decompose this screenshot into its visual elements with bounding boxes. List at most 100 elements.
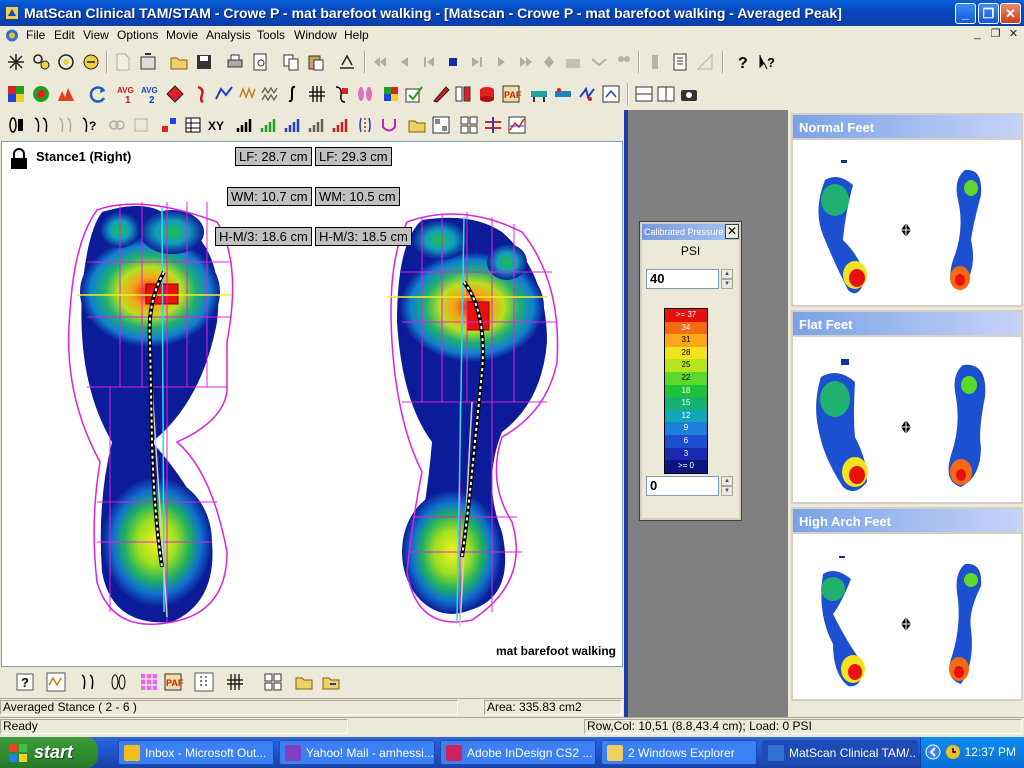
bar-icon[interactable]: [644, 51, 666, 73]
waveform-icon[interactable]: [237, 83, 259, 105]
contour-2d-icon[interactable]: [30, 83, 52, 105]
xy-plot-icon[interactable]: XY: [206, 114, 228, 136]
copy-icon[interactable]: [280, 51, 302, 73]
zones-icon[interactable]: [158, 114, 180, 136]
integral-icon[interactable]: [281, 83, 303, 105]
stance-select-icon[interactable]: [452, 83, 474, 105]
task-matscan[interactable]: MatScan Clinical TAM/...: [762, 740, 918, 765]
sparkle-icon[interactable]: [5, 51, 27, 73]
open-folder-icon[interactable]: [168, 51, 190, 73]
tray-expand-icon[interactable]: [925, 744, 941, 760]
mdi-minimize-button[interactable]: _: [970, 28, 985, 42]
menu-tools[interactable]: Tools: [257, 28, 285, 42]
session-icon[interactable]: [600, 83, 622, 105]
open-folder-2-icon[interactable]: [406, 114, 428, 136]
context-help-icon[interactable]: ?: [756, 51, 778, 73]
normal-feet-panel[interactable]: Normal Feet: [791, 113, 1023, 307]
clock-icon[interactable]: [945, 744, 961, 760]
play-icon[interactable]: [490, 51, 512, 73]
matscan-app-icon[interactable]: [5, 6, 19, 20]
task-explorer[interactable]: 2 Windows Explorer: [601, 740, 757, 765]
mdi-restore-button[interactable]: ❐: [988, 28, 1003, 42]
mdi-close-button[interactable]: ✕: [1006, 28, 1021, 42]
flat-feet-panel[interactable]: Flat Feet: [791, 310, 1023, 504]
open-folder-3-icon[interactable]: [293, 671, 315, 693]
step-forward-icon[interactable]: [466, 51, 488, 73]
bar-graph-2-icon[interactable]: [258, 114, 280, 136]
average-2-icon[interactable]: AVG2: [140, 83, 162, 105]
equilibrate-icon[interactable]: [80, 51, 102, 73]
grid-layout-icon[interactable]: [458, 114, 480, 136]
camera-disabled-icon[interactable]: [562, 51, 584, 73]
foot-query-icon[interactable]: ?: [78, 114, 100, 136]
foot-print-icon[interactable]: [189, 83, 211, 105]
layout-grid-icon[interactable]: [262, 671, 284, 693]
menu-edit[interactable]: Edit: [54, 28, 75, 42]
min-up-arrow-icon[interactable]: ▲: [721, 476, 733, 486]
report-icon[interactable]: PAF: [500, 83, 522, 105]
dotted-line-icon[interactable]: [193, 671, 215, 693]
last-frame-icon[interactable]: [514, 51, 536, 73]
foot-outline-icon[interactable]: [330, 83, 352, 105]
split-vertical-icon[interactable]: [655, 83, 677, 105]
min-down-arrow-icon[interactable]: ▼: [721, 486, 733, 496]
foot-pair-icon[interactable]: [30, 114, 52, 136]
layout-icon[interactable]: [430, 114, 452, 136]
save-icon[interactable]: [193, 51, 215, 73]
gait-icon[interactable]: [576, 83, 598, 105]
color-palette-icon[interactable]: [5, 83, 27, 105]
close-button[interactable]: ✕: [1000, 3, 1021, 24]
menu-analysis[interactable]: Analysis: [206, 28, 251, 42]
new-file-icon[interactable]: [112, 51, 134, 73]
print-icon[interactable]: [224, 51, 246, 73]
menu-window[interactable]: Window: [294, 28, 337, 42]
max-down-arrow-icon[interactable]: ▼: [721, 279, 733, 289]
task-outlook[interactable]: Inbox - Microsoft Out...: [118, 740, 274, 765]
people-icon[interactable]: [613, 51, 635, 73]
force-curve-icon[interactable]: [213, 83, 235, 105]
feet-toggle-2-icon[interactable]: [107, 671, 129, 693]
split-horizontal-icon[interactable]: [633, 83, 655, 105]
open-folder-4-icon[interactable]: [320, 671, 342, 693]
start-button[interactable]: start: [0, 737, 98, 768]
3d-view-icon[interactable]: [55, 83, 77, 105]
grid-lines-2-icon[interactable]: [224, 671, 246, 693]
calibrate-icon[interactable]: [55, 51, 77, 73]
menu-view[interactable]: View: [83, 28, 109, 42]
chart-arrow-icon[interactable]: [588, 51, 610, 73]
title-bar[interactable]: MatScan Clinical TAM/STAM - Crowe P - ma…: [0, 0, 1024, 26]
diamond-icon[interactable]: [164, 83, 186, 105]
maximize-button[interactable]: ❐: [978, 3, 999, 24]
cop-trace-icon[interactable]: [354, 114, 376, 136]
cup-icon[interactable]: [378, 114, 400, 136]
link-disabled-icon[interactable]: [106, 114, 128, 136]
grid-color-icon[interactable]: [380, 83, 402, 105]
refresh-icon[interactable]: [87, 83, 109, 105]
step-back-icon[interactable]: [418, 51, 440, 73]
high-arch-feet-panel[interactable]: High Arch Feet: [791, 507, 1023, 701]
marker-icon[interactable]: [538, 51, 560, 73]
camera-icon[interactable]: [678, 83, 700, 105]
menu-help[interactable]: Help: [344, 28, 369, 42]
bar-graph-1-icon[interactable]: [234, 114, 256, 136]
edit-check-icon[interactable]: [403, 83, 425, 105]
max-pressure-input[interactable]: 40: [646, 269, 719, 289]
foot-pair-disabled-icon[interactable]: [54, 114, 76, 136]
unlink-disabled-icon[interactable]: [130, 114, 152, 136]
print-preview-icon[interactable]: [249, 51, 271, 73]
document-icon[interactable]: [4, 28, 20, 43]
walkway-alt-icon[interactable]: [552, 83, 574, 105]
min-pressure-input[interactable]: 0: [646, 476, 719, 496]
calibrated-pressure-window[interactable]: Calibrated Pressure ✕ PSI 40 ▲ ▼ >= 37 34…: [639, 221, 742, 521]
menu-file[interactable]: File: [26, 28, 45, 42]
graph-overlay-icon[interactable]: [506, 114, 528, 136]
sensor-setup-icon[interactable]: [30, 51, 52, 73]
bar-graph-3-icon[interactable]: [282, 114, 304, 136]
paste-icon[interactable]: [305, 51, 327, 73]
pencil-icon[interactable]: [430, 83, 452, 105]
report-2-icon[interactable]: PAF: [162, 671, 184, 693]
pressure-foot-icon[interactable]: [5, 114, 27, 136]
walkway-icon[interactable]: [528, 83, 550, 105]
feet-toggle-1-icon[interactable]: [76, 671, 98, 693]
max-up-arrow-icon[interactable]: ▲: [721, 269, 733, 279]
